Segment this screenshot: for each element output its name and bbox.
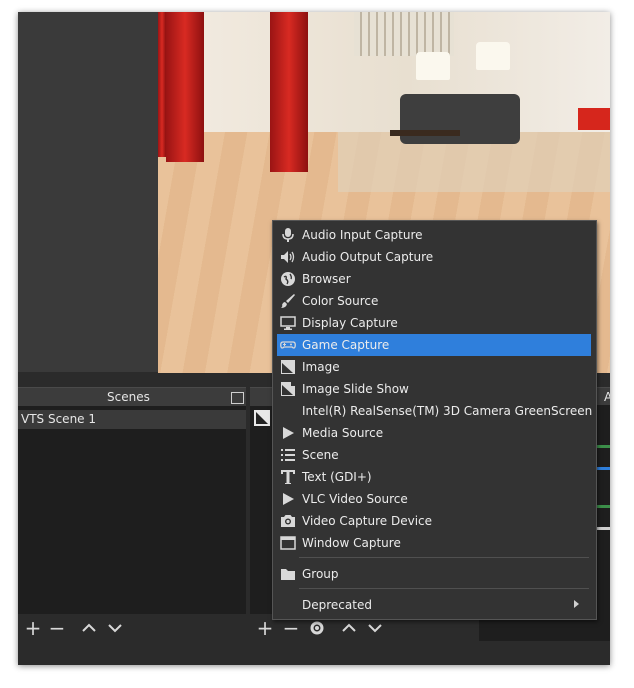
menu-item-group[interactable]: Group — [277, 563, 591, 585]
menu-item-label: Intel(R) RealSense(TM) 3D Camera GreenSc… — [302, 404, 593, 418]
menu-item-audio-input-capture[interactable]: Audio Input Capture — [277, 224, 591, 246]
menu-item-label: Deprecated — [302, 598, 372, 612]
menu-item-vlc-video-source[interactable]: VLC Video Source — [277, 488, 591, 510]
menu-item-intel-r-realsense-tm-3d-camera-greenscreen[interactable]: Intel(R) RealSense(TM) 3D Camera GreenSc… — [277, 400, 593, 422]
menu-item-label: VLC Video Source — [302, 492, 408, 506]
menu-item-label: Video Capture Device — [302, 514, 433, 528]
add-scene-button[interactable]: + — [22, 617, 44, 639]
menu-item-image-slide-show[interactable]: Image Slide Show — [277, 378, 591, 400]
menu-separator-2 — [299, 588, 589, 589]
scenes-list — [18, 406, 246, 614]
add-source-menu: Audio Input Capture Audio Output Capture B… — [272, 220, 597, 620]
scene-list-item[interactable]: VTS Scene 1 — [18, 410, 246, 429]
menu-item-display-capture[interactable]: Display Capture — [277, 312, 591, 334]
scenes-dock-title: Scenes — [107, 390, 150, 404]
menu-item-label: Scene — [302, 448, 339, 462]
menu-item-audio-output-capture[interactable]: Audio Output Capture — [277, 246, 591, 268]
undock-icon[interactable] — [231, 392, 244, 404]
move-scene-down-button[interactable] — [104, 617, 126, 639]
preview-lamp-2 — [476, 42, 510, 70]
preview-left-area — [18, 12, 158, 372]
mixer-dock-title: A — [604, 390, 610, 404]
menu-item-label: Text (GDI+) — [302, 470, 372, 484]
volume-slider-2[interactable] — [595, 527, 610, 530]
menu-item-scene[interactable]: Scene — [277, 444, 591, 466]
menu-item-game-capture[interactable]: Game Capture — [277, 334, 591, 356]
curtain-left — [166, 12, 204, 162]
speaker-icon — [280, 249, 296, 265]
monitor-icon — [280, 315, 296, 331]
move-source-down-button[interactable] — [364, 617, 386, 639]
source-properties-button[interactable] — [306, 617, 328, 639]
menu-item-label: Audio Output Capture — [302, 250, 434, 264]
gamepad-icon — [280, 337, 296, 353]
menu-item-label: Group — [302, 567, 339, 581]
list-icon — [280, 447, 296, 463]
menu-separator — [299, 557, 589, 558]
camera-icon — [280, 513, 296, 529]
preview-lamp-1 — [416, 52, 450, 80]
menu-item-window-capture[interactable]: Window Capture — [277, 532, 591, 554]
menu-item-color-source[interactable]: Color Source — [277, 290, 591, 312]
preview-shelves — [354, 12, 454, 56]
volume-slider[interactable] — [595, 467, 610, 470]
globe-icon — [280, 271, 296, 287]
curtain-edge — [158, 12, 166, 157]
menu-item-label: Image Slide Show — [302, 382, 409, 396]
image-source-icon — [254, 410, 270, 426]
menu-item-browser[interactable]: Browser — [277, 268, 591, 290]
menu-item-deprecated[interactable]: Deprecated — [277, 594, 591, 616]
menu-item-label: Audio Input Capture — [302, 228, 423, 242]
play-icon — [280, 491, 296, 507]
menu-item-label: Image — [302, 360, 340, 374]
blank-icon — [280, 403, 296, 419]
menu-item-text-gdi[interactable]: Text (GDI+) — [277, 466, 591, 488]
play-icon — [280, 425, 296, 441]
move-source-up-button[interactable] — [338, 617, 360, 639]
menu-item-label: Browser — [302, 272, 351, 286]
move-scene-up-button[interactable] — [78, 617, 100, 639]
brush-icon — [280, 293, 296, 309]
image-icon — [280, 359, 296, 375]
menu-item-label: Display Capture — [302, 316, 398, 330]
add-source-button[interactable]: + — [254, 617, 276, 639]
remove-source-button[interactable]: − — [280, 617, 302, 639]
preview-table — [390, 130, 460, 136]
menu-item-label: Game Capture — [302, 338, 390, 352]
scene-item-label: VTS Scene 1 — [21, 412, 97, 426]
menu-item-label: Window Capture — [302, 536, 401, 550]
menu-item-video-capture-device[interactable]: Video Capture Device — [277, 510, 591, 532]
window-icon — [280, 535, 296, 551]
menu-item-label: Media Source — [302, 426, 384, 440]
folder-icon — [280, 566, 296, 582]
menu-item-media-source[interactable]: Media Source — [277, 422, 591, 444]
submenu-arrow-icon — [574, 600, 579, 608]
microphone-icon — [280, 227, 296, 243]
menu-item-label: Color Source — [302, 294, 379, 308]
curtain-mid — [270, 12, 308, 172]
text-icon — [280, 469, 296, 485]
meter-bar — [595, 445, 610, 448]
preview-sofa — [400, 94, 520, 144]
preview-red-table — [578, 108, 610, 130]
slideshow-icon — [280, 381, 296, 397]
remove-scene-button[interactable]: − — [46, 617, 68, 639]
menu-item-image[interactable]: Image — [277, 356, 591, 378]
meter-bar-2 — [595, 505, 610, 508]
